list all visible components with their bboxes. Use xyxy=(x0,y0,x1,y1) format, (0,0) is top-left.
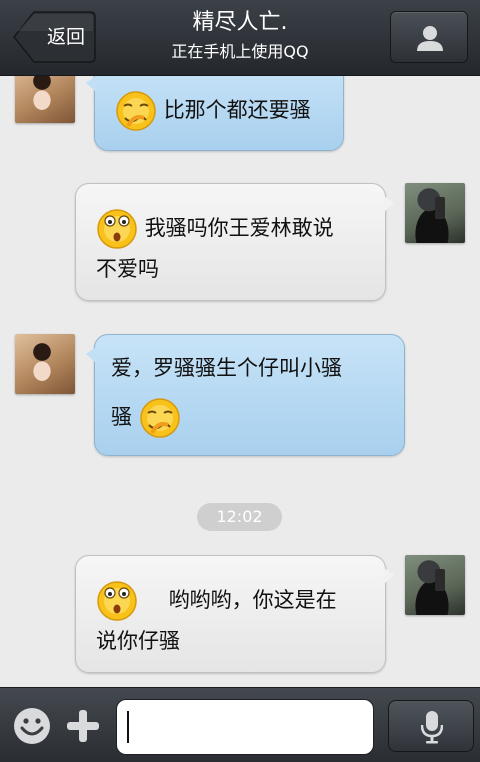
microphone-icon xyxy=(421,711,443,744)
message-input[interactable] xyxy=(116,699,374,755)
bubble-tail xyxy=(86,347,96,363)
back-button[interactable]: 返回 xyxy=(12,11,96,63)
message-text: 爱，罗骚骚生个仔叫小骚 xyxy=(111,356,342,380)
chat-header: 返回 精尽人亡. 正在手机上使用QQ xyxy=(0,0,480,76)
message-text: 哟哟哟，你这是在 xyxy=(168,588,337,612)
message-text: 骚 xyxy=(111,405,132,429)
timestamp-badge: 12:02 xyxy=(197,503,282,531)
bubble-tail xyxy=(86,76,96,92)
contact-status: 正在手机上使用QQ xyxy=(171,42,309,61)
surprised-emoji-icon xyxy=(97,581,137,621)
back-button-label: 返回 xyxy=(46,26,85,48)
smiley-icon xyxy=(14,708,50,744)
profile-button[interactable] xyxy=(390,11,468,63)
message-bubble-outgoing[interactable]: 哟哟哟，你这是在 说你仔骚 xyxy=(75,555,394,673)
my-avatar[interactable] xyxy=(405,183,465,243)
person-icon xyxy=(417,26,443,51)
voice-button[interactable] xyxy=(388,700,474,752)
emoji-button[interactable] xyxy=(12,706,52,746)
bubble-tail xyxy=(384,568,394,584)
shy-blush-emoji-icon xyxy=(139,398,180,438)
plus-icon xyxy=(67,710,99,742)
bubble-tail xyxy=(384,196,394,212)
message-text: 我骚吗你王爱林敢说 xyxy=(144,216,334,240)
shy-blush-emoji-icon xyxy=(116,91,156,131)
contact-name: 精尽人亡. xyxy=(192,10,288,35)
message-text: 比那个都还要骚 xyxy=(163,98,311,122)
message-text: 不爱吗 xyxy=(96,257,159,281)
message-bubble-incoming[interactable]: 爱，罗骚骚生个仔叫小骚 骚 xyxy=(86,334,405,456)
plus-button[interactable] xyxy=(64,706,102,746)
surprised-emoji-icon xyxy=(97,209,137,249)
message-text: 说你仔骚 xyxy=(96,629,180,653)
message-bubble-incoming[interactable]: 比那个都还要骚 xyxy=(86,63,344,151)
contact-avatar[interactable] xyxy=(15,334,75,394)
my-avatar[interactable] xyxy=(405,555,465,615)
message-bubble-outgoing[interactable]: 我骚吗你王爱林敢说 不爱吗 xyxy=(75,183,394,301)
text-caret xyxy=(127,711,129,743)
